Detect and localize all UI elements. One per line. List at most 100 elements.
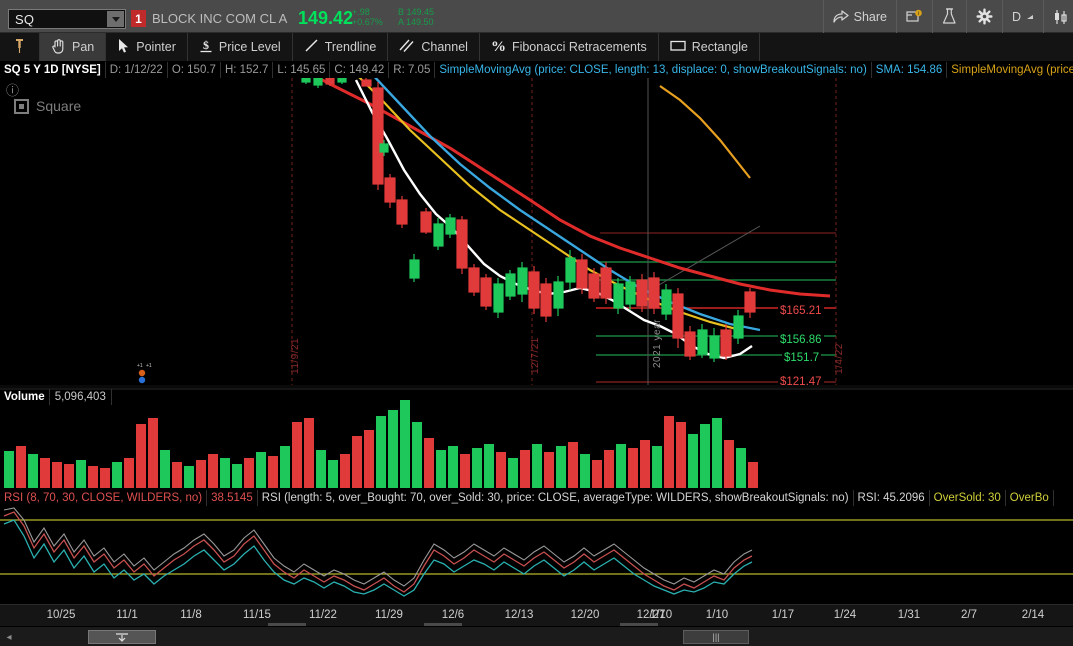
svg-text:i: i: [918, 11, 919, 17]
cursor-icon: [117, 38, 130, 57]
chart-number-badge[interactable]: 1: [131, 10, 146, 27]
tool-trendline-label: Trendline: [324, 40, 377, 54]
bid-price: B 149.45: [398, 7, 435, 17]
timeframe-dropdown[interactable]: D: [1001, 0, 1043, 33]
rsi-value-left: 38.5145: [207, 490, 258, 506]
study-sma-1-value: SMA: 154.86: [872, 62, 948, 78]
rsi-info-bar: RSI (8, 70, 30, CLOSE, WILDERS, no) 38.5…: [0, 490, 1073, 506]
x-tick: 1/31: [897, 609, 921, 621]
chevron-down-icon[interactable]: [107, 11, 124, 27]
price-level-label: $165.21: [778, 305, 824, 317]
net-change: +.98: [352, 7, 370, 17]
scrollbar-handle-left[interactable]: [88, 630, 156, 644]
price-level-label: $151.7: [782, 352, 822, 364]
rsi-chart-svg: [0, 507, 1073, 597]
vertical-date-label: 12/7/21: [530, 337, 541, 374]
x-tick: 11/8: [180, 609, 202, 621]
trendline-icon: [304, 38, 319, 56]
candle-icon: [1053, 9, 1069, 25]
scrollbar-handle-right[interactable]: |||: [683, 630, 749, 644]
rsi-overbought: OverBo: [1006, 490, 1054, 506]
svg-text:$: $: [203, 38, 209, 52]
trading-chart-app: SQ 1 BLOCK INC COM CL A 149.42 +.98 +0.6…: [0, 0, 1073, 646]
x-tick: 1/10: [705, 609, 729, 621]
last-price: 149.42: [298, 8, 354, 28]
study-marker-cluster: +1 +1: [135, 361, 157, 385]
studies-button[interactable]: [931, 0, 966, 33]
top-bar-actions: Share i D: [822, 0, 1073, 33]
scrollbar-track[interactable]: |||: [18, 630, 1071, 644]
collapse-icon: [116, 632, 128, 642]
info-date: D: 1/12/22: [106, 62, 168, 78]
pin-icon: [14, 38, 25, 57]
x-tick: 12/13: [504, 609, 534, 621]
drawing-toolbar: Pan Pointer $ Price Level Trendline Chan…: [0, 33, 1073, 62]
tool-pan-label: Pan: [72, 40, 95, 54]
chevron-down-icon: [1026, 13, 1034, 21]
info-open: O: 150.7: [168, 62, 221, 78]
volume-legend: Volume 5,096,403: [0, 388, 112, 405]
tool-pointer[interactable]: Pointer: [106, 33, 188, 61]
rsi-study-right[interactable]: RSI (length: 5, over_Bought: 70, over_So…: [258, 490, 854, 506]
vertical-date-label: 1/4/22: [834, 343, 845, 374]
gear-icon: [976, 8, 993, 25]
chart-type-button[interactable]: [1043, 0, 1073, 33]
price-chart-pane[interactable]: ⓘ Square $165.21 $156.86 $151.7 11/9/21 …: [0, 78, 1073, 385]
vertical-date-label: 11/9/21: [290, 337, 301, 374]
share-button[interactable]: Share: [822, 0, 896, 33]
symbol-input[interactable]: SQ: [8, 9, 126, 29]
ask-price: A 149.50: [398, 17, 434, 27]
rsi-study-left[interactable]: RSI (8, 70, 30, CLOSE, WILDERS, no): [0, 490, 208, 506]
tool-trendline[interactable]: Trendline: [293, 33, 389, 61]
x-tick: 1/24: [833, 609, 857, 621]
hand-icon: [51, 38, 66, 57]
svg-text:+1: +1: [137, 363, 143, 369]
flask-icon: [942, 8, 957, 25]
info-high: H: 152.7: [221, 62, 274, 78]
study-sma-2[interactable]: SimpleMovingAvg (price: [947, 62, 1073, 78]
tool-rectangle[interactable]: Rectangle: [659, 33, 761, 61]
x-tick: 12/20: [570, 609, 600, 621]
year-label: 2021 year: [652, 319, 663, 368]
horizontal-scrollbar[interactable]: ◂ |||: [0, 626, 1073, 646]
tool-fibonacci-label: Fibonacci Retracements: [511, 40, 647, 54]
volume-bars-svg: [0, 388, 1073, 488]
chart-symbol-line: SQ 5 Y 1D [NYSE]: [0, 62, 106, 78]
share-label: Share: [853, 9, 887, 24]
tool-channel[interactable]: Channel: [388, 33, 480, 61]
notes-button[interactable]: i: [895, 0, 932, 33]
channel-icon: [399, 38, 415, 56]
percent-icon: %: [491, 38, 506, 57]
note-badge-icon: i: [906, 9, 923, 24]
tool-price-level[interactable]: $ Price Level: [188, 33, 293, 61]
x-tick: 2/7: [961, 609, 977, 621]
bid-ask-block: B 149.45 A 149.50: [398, 7, 434, 27]
change-block: +.98 +0.67%: [352, 7, 383, 27]
volume-label: Volume: [0, 388, 50, 405]
timeframe-label: D: [1011, 9, 1021, 24]
tool-pan[interactable]: Pan: [40, 33, 107, 61]
rectangle-icon: [670, 39, 686, 55]
x-tick: 2/14: [1021, 609, 1045, 621]
x-tick: 11/15: [243, 609, 271, 621]
chart-info-bar: SQ 5 Y 1D [NYSE] D: 1/12/22 O: 150.7 H: …: [0, 62, 1073, 78]
scroll-left-icon[interactable]: ◂: [2, 630, 16, 644]
info-range: R: 7.05: [389, 62, 436, 78]
tool-pin[interactable]: [0, 33, 40, 61]
settings-button[interactable]: [965, 0, 1002, 33]
tool-fibonacci-retracements[interactable]: % Fibonacci Retracements: [480, 33, 659, 61]
x-axis[interactable]: 10/25 11/1 11/8 11/15 11/22 11/29 12/6 1…: [0, 604, 1073, 626]
info-close: C: 149.42: [330, 62, 390, 78]
rsi-oversold: OverSold: 30: [930, 490, 1006, 506]
rsi-value-right: RSI: 45.2096: [854, 490, 930, 506]
volume-value: 5,096,403: [50, 388, 112, 405]
study-sma-1[interactable]: SimpleMovingAvg (price: CLOSE, length: 1…: [435, 62, 872, 78]
volume-pane[interactable]: Volume 5,096,403: [0, 388, 1073, 490]
x-tick: 11/29: [375, 609, 403, 621]
info-low: L: 145.65: [273, 62, 331, 78]
price-level-label: $156.86: [778, 334, 824, 346]
x-tick: 12/6: [441, 609, 465, 621]
rsi-pane[interactable]: [0, 506, 1073, 604]
x-tick: 10/25: [46, 609, 76, 621]
tool-pointer-label: Pointer: [136, 40, 176, 54]
